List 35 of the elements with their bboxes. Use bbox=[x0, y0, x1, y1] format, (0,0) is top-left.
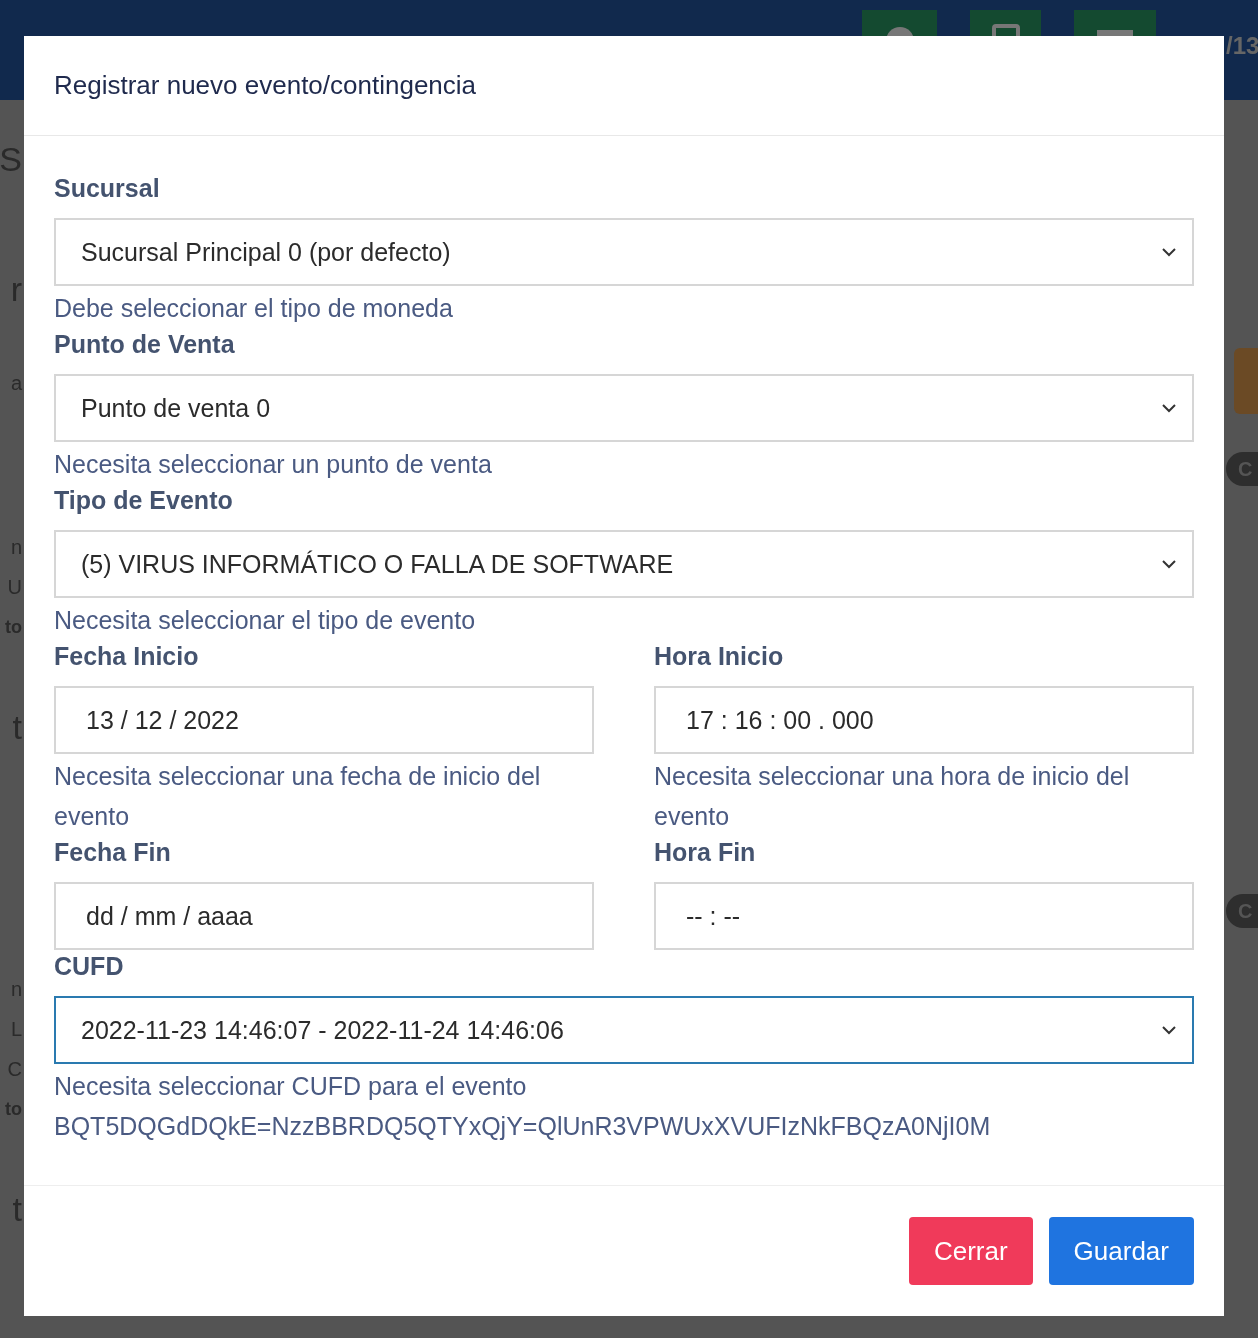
modal-title: Registrar nuevo evento/contingencia bbox=[54, 70, 477, 101]
cufd-code: BQT5DQGdDQkE=NzzBBRDQ5QTYxQjY=QlUnR3VPWUxXVUFIzNkFBQzA0NjI0M bbox=[54, 1111, 992, 1142]
cash-button[interactable] bbox=[1074, 10, 1156, 36]
input-field[interactable]: -- : -- bbox=[654, 882, 1194, 950]
page-number: /13 bbox=[1226, 32, 1258, 60]
printer-icon bbox=[990, 24, 1021, 36]
field-label: Sucursal bbox=[54, 173, 160, 204]
alert-button[interactable] bbox=[862, 10, 937, 36]
select-field[interactable]: Sucursal Principal 0 (por defecto) bbox=[54, 218, 1194, 286]
field-label: Punto de Venta bbox=[54, 329, 235, 360]
field-label: Fecha Inicio bbox=[54, 641, 199, 672]
help-text: Debe seleccionar el tipo de moneda bbox=[54, 293, 453, 324]
select-field[interactable]: (5) VIRUS INFORMÁTICO O FALLA DE SOFTWARE bbox=[54, 530, 1194, 598]
close-button[interactable]: Cerrar bbox=[908, 1217, 1033, 1285]
input-field[interactable]: 13 / 12 / 2022 bbox=[54, 686, 594, 754]
save-button[interactable]: Guardar bbox=[1048, 1217, 1194, 1285]
field-label: Tipo de Evento bbox=[54, 485, 233, 516]
print-button[interactable] bbox=[970, 10, 1041, 36]
chevron-down-icon bbox=[1162, 559, 1176, 569]
help-text: Necesita seleccionar CUFD para el evento bbox=[54, 1071, 527, 1102]
chevron-down-icon bbox=[1162, 1025, 1176, 1035]
input-field[interactable]: dd / mm / aaaa bbox=[54, 882, 594, 950]
chevron-down-icon bbox=[1162, 403, 1176, 413]
select-field[interactable]: Punto de venta 0 bbox=[54, 374, 1194, 442]
select-field[interactable]: 2022-11-23 14:46:07 - 2022-11-24 14:46:06 bbox=[54, 996, 1194, 1064]
chevron-down-icon bbox=[1162, 247, 1176, 257]
field-label: Hora Inicio bbox=[654, 641, 784, 672]
help-text: Necesita seleccionar una hora de inicio del evento bbox=[654, 761, 1131, 832]
field-label: CUFD bbox=[54, 951, 124, 982]
field-label: Fecha Fin bbox=[54, 837, 171, 868]
help-text: Necesita seleccionar un punto de venta bbox=[54, 449, 492, 480]
input-field[interactable]: 17 : 16 : 00 . 000 bbox=[654, 686, 1194, 754]
help-text: Necesita seleccionar el tipo de evento bbox=[54, 605, 476, 636]
help-text: Necesita seleccionar una fecha de inicio del evento bbox=[54, 761, 542, 832]
field-label: Hora Fin bbox=[654, 837, 756, 868]
